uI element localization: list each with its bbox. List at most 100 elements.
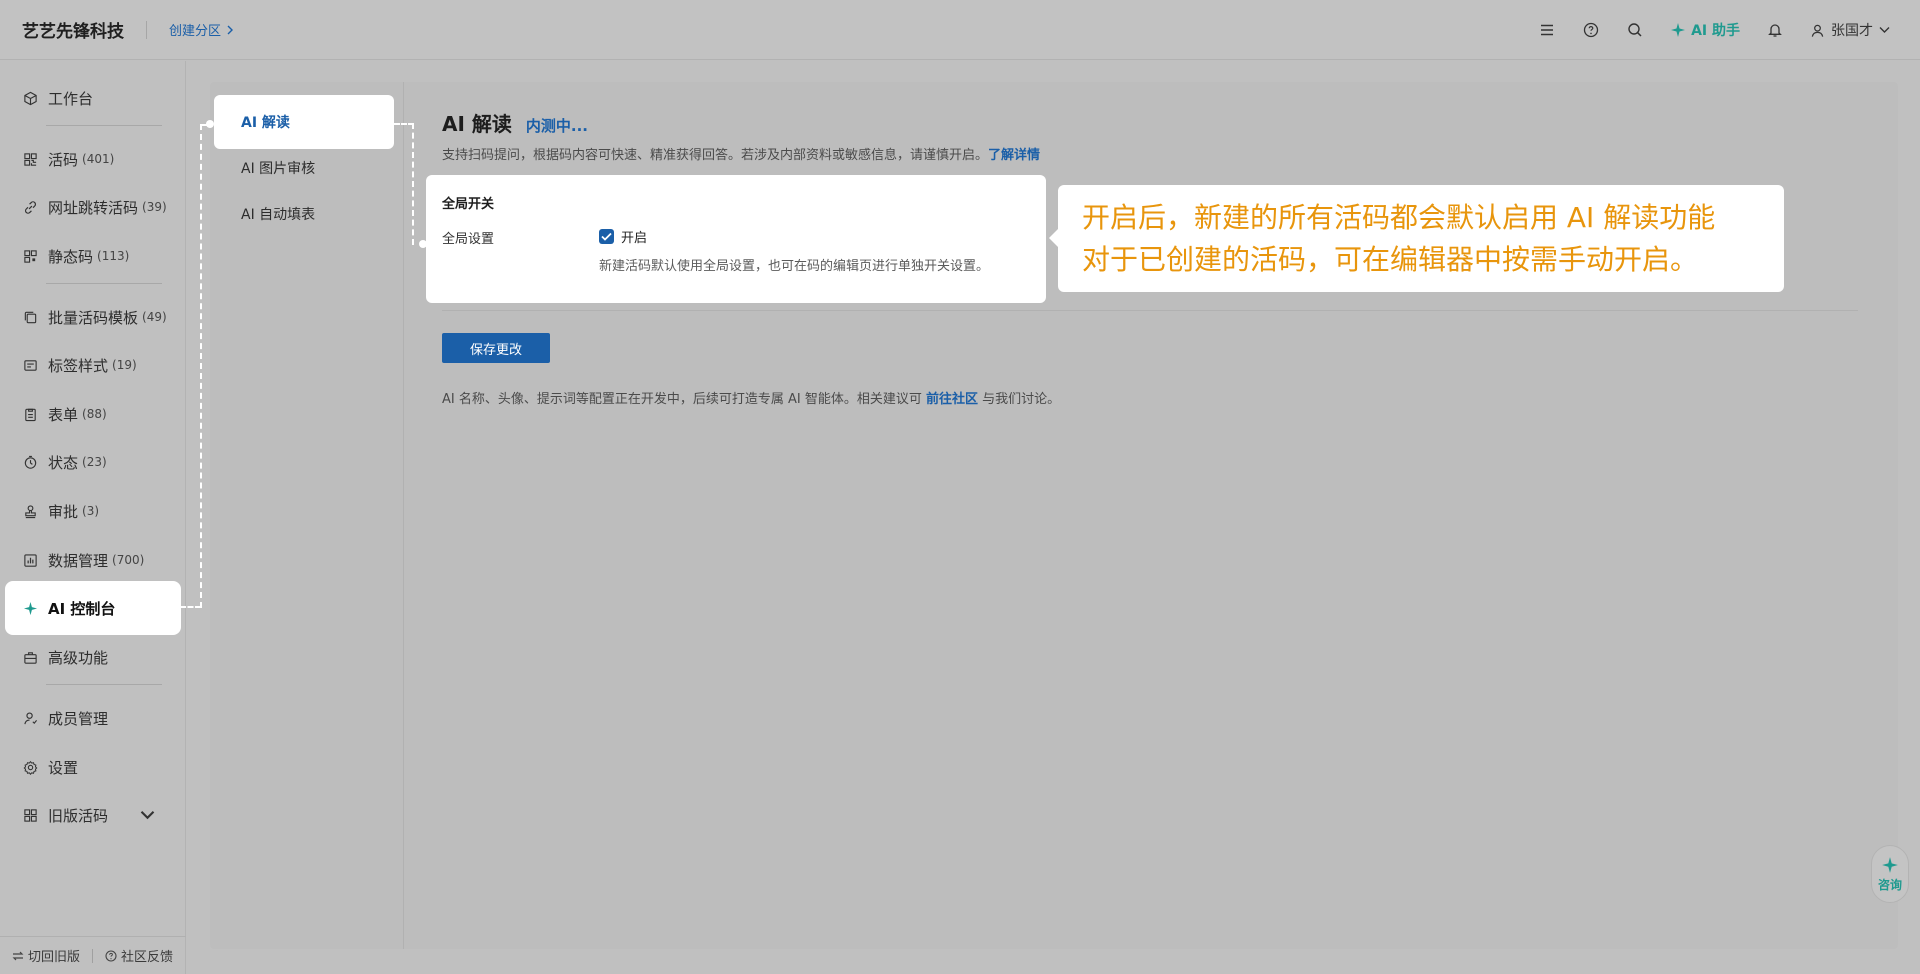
title-row: AI 解读 内测中... [442, 108, 588, 137]
subnav-item-label: AI 解读 [241, 115, 290, 131]
menu-icon[interactable] [1538, 21, 1556, 39]
tooltip-callout: 开启后，新建的所有活码都会默认启用 AI 解读功能 对于已创建的活码，可在编辑器… [1058, 185, 1784, 292]
callout-line-1: 开启后，新建的所有活码都会默认启用 AI 解读功能 [1082, 201, 1716, 234]
sidebar-item-label: 静态码 [48, 247, 94, 266]
sidebar-item-label: 设置 [48, 758, 79, 777]
help-icon[interactable] [1582, 21, 1600, 39]
sidebar-item-count: (113) [97, 249, 130, 263]
sidebar-item-ai-console[interactable]: AI 控制台 [5, 581, 181, 635]
sidebar-item-label: 标签样式 [48, 356, 109, 375]
sidebar-item-count: (49) [142, 310, 167, 324]
timer-icon [24, 455, 37, 469]
page-description: 支持扫码提问，根据码内容可快速、精准获得回答。若涉及内部资料或敏感信息，请谨慎开… [442, 144, 1040, 163]
subnav-item-label: AI 图片审核 [241, 161, 316, 177]
sidebar-item-label: 成员管理 [48, 709, 109, 728]
global-switch-title: 全局开关 [442, 197, 495, 212]
sidebar-item-batch-template[interactable]: 批量活码模板 (49) [5, 290, 181, 344]
sidebar-item-static-code[interactable]: 静态码 (113) [5, 229, 181, 283]
grid-icon [24, 808, 37, 822]
ai-subnav: AI 解读 AI 图片审核 AI 自动填表 [210, 82, 404, 949]
sidebar-item-workbench[interactable]: 工作台 [5, 71, 181, 125]
global-setting-label: 全局设置 [442, 232, 495, 247]
sidebar-item-legacy-code[interactable]: 旧版活码 [5, 788, 181, 842]
guide-dashed-line [200, 124, 202, 608]
sidebar-item-label: 活码 [48, 150, 79, 169]
sidebar-item-label: 高级功能 [48, 648, 109, 667]
help-icon [105, 949, 117, 962]
sidebar-item-live-code[interactable]: 活码 (401) [5, 132, 181, 186]
sidebar-item-form[interactable]: 表单 (88) [5, 387, 181, 441]
copy-icon [24, 311, 37, 323]
save-changes-button[interactable]: 保存更改 [442, 333, 550, 363]
bell-icon[interactable] [1766, 21, 1784, 39]
ai-helper-button[interactable]: AI 助手 [1670, 20, 1740, 40]
sidebar-item-count: (3) [82, 504, 100, 518]
global-switch-card: 全局开关 全局设置 开启 新建活码默认使用全局设置，也可在码的编辑页进行单独开关… [426, 175, 1046, 303]
description-text: 支持扫码提问，根据码内容可快速、精准获得回答。若涉及内部资料或敏感信息，请谨慎开… [442, 148, 989, 163]
consult-float-button[interactable]: 咨询 [1871, 845, 1909, 903]
learn-more-link[interactable]: 了解详情 [988, 148, 1040, 163]
user-menu[interactable]: 张国才 [1810, 20, 1890, 40]
sidebar-item-label: 状态 [48, 453, 79, 472]
breadcrumb-create-partition[interactable]: 创建分区 [169, 20, 234, 39]
sidebar-item-url-redirect[interactable]: 网址跳转活码 (39) [5, 180, 181, 234]
guide-dashed-line [394, 123, 414, 125]
sidebar-item-data-management[interactable]: 数据管理 (700) [5, 533, 181, 587]
go-community-link[interactable]: 前往社区 [926, 392, 978, 407]
sidebar-item-label: AI 控制台 [48, 599, 116, 618]
sidebar-item-label: 批量活码模板 [48, 308, 139, 327]
top-bar: 艺艺先锋科技 创建分区 AI 助手 张国才 [0, 0, 1920, 60]
tag-style-icon [24, 359, 37, 371]
member-icon [24, 712, 38, 724]
chevron-down-icon [1879, 27, 1890, 33]
brand-name: 艺艺先锋科技 [22, 22, 124, 42]
ai-sparkle-icon [1671, 23, 1686, 37]
guide-dot [419, 240, 427, 248]
callout-line-2: 对于已创建的活码，可在编辑器中按需手动开启。 [1082, 243, 1699, 276]
enable-checkbox-label: 开启 [621, 231, 648, 246]
section-divider [442, 310, 1858, 311]
community-feedback-button[interactable]: 社区反馈 [93, 946, 173, 965]
sidebar-divider [46, 684, 162, 685]
gear-icon [23, 760, 38, 775]
switch-old-version-label: 切回旧版 [28, 950, 81, 965]
sidebar-item-label: 表单 [48, 405, 79, 424]
sidebar-item-count: (88) [82, 407, 107, 421]
chevron-right-icon [227, 25, 234, 34]
sidebar-item-count: (39) [142, 200, 167, 214]
sidebar-item-status[interactable]: 状态 (23) [5, 435, 181, 489]
cube-icon [24, 91, 37, 105]
enable-checkbox[interactable]: 开启 [599, 227, 647, 246]
sidebar-item-settings[interactable]: 设置 [5, 740, 181, 794]
guide-dot [206, 120, 214, 128]
sidebar-item-members[interactable]: 成员管理 [5, 691, 181, 745]
ai-sparkle-icon [23, 601, 38, 615]
subnav-item-ai-autofill[interactable]: AI 自动填表 [214, 187, 394, 241]
switch-old-version-button[interactable]: 切回旧版 [0, 946, 80, 965]
swap-icon [12, 951, 24, 960]
sidebar-item-label: 旧版活码 [48, 806, 109, 825]
bar-chart-icon [24, 553, 37, 567]
checkbox-checked-icon[interactable] [599, 229, 614, 244]
sidebar-item-approval[interactable]: 审批 (3) [5, 484, 181, 538]
qr-code-icon [24, 152, 37, 166]
sidebar-divider [46, 125, 162, 126]
sidebar-item-count: (700) [112, 553, 145, 567]
sidebar-item-advanced[interactable]: 高级功能 [5, 630, 181, 684]
sidebar-item-count: (23) [82, 455, 107, 469]
sidebar: 工作台 活码 (401) 网址跳转活码 (39) 静态码 (113) 批量活码模… [0, 61, 186, 974]
sidebar-item-label: 审批 [48, 502, 79, 521]
guide-dashed-line [180, 606, 201, 608]
beta-badge: 内测中... [525, 117, 588, 135]
page-title: AI 解读 [442, 112, 512, 136]
sidebar-item-label: 工作台 [48, 89, 94, 108]
static-code-icon [24, 249, 37, 263]
guide-dashed-line [412, 123, 414, 245]
search-icon[interactable] [1626, 21, 1644, 39]
sidebar-item-label-style[interactable]: 标签样式 (19) [5, 338, 181, 392]
note-suffix: 与我们讨论。 [982, 392, 1061, 407]
community-feedback-label: 社区反馈 [121, 950, 174, 965]
briefcase-icon [24, 651, 37, 664]
sidebar-item-label: 网址跳转活码 [48, 198, 139, 217]
sidebar-footer: 切回旧版 社区反馈 [0, 936, 186, 974]
